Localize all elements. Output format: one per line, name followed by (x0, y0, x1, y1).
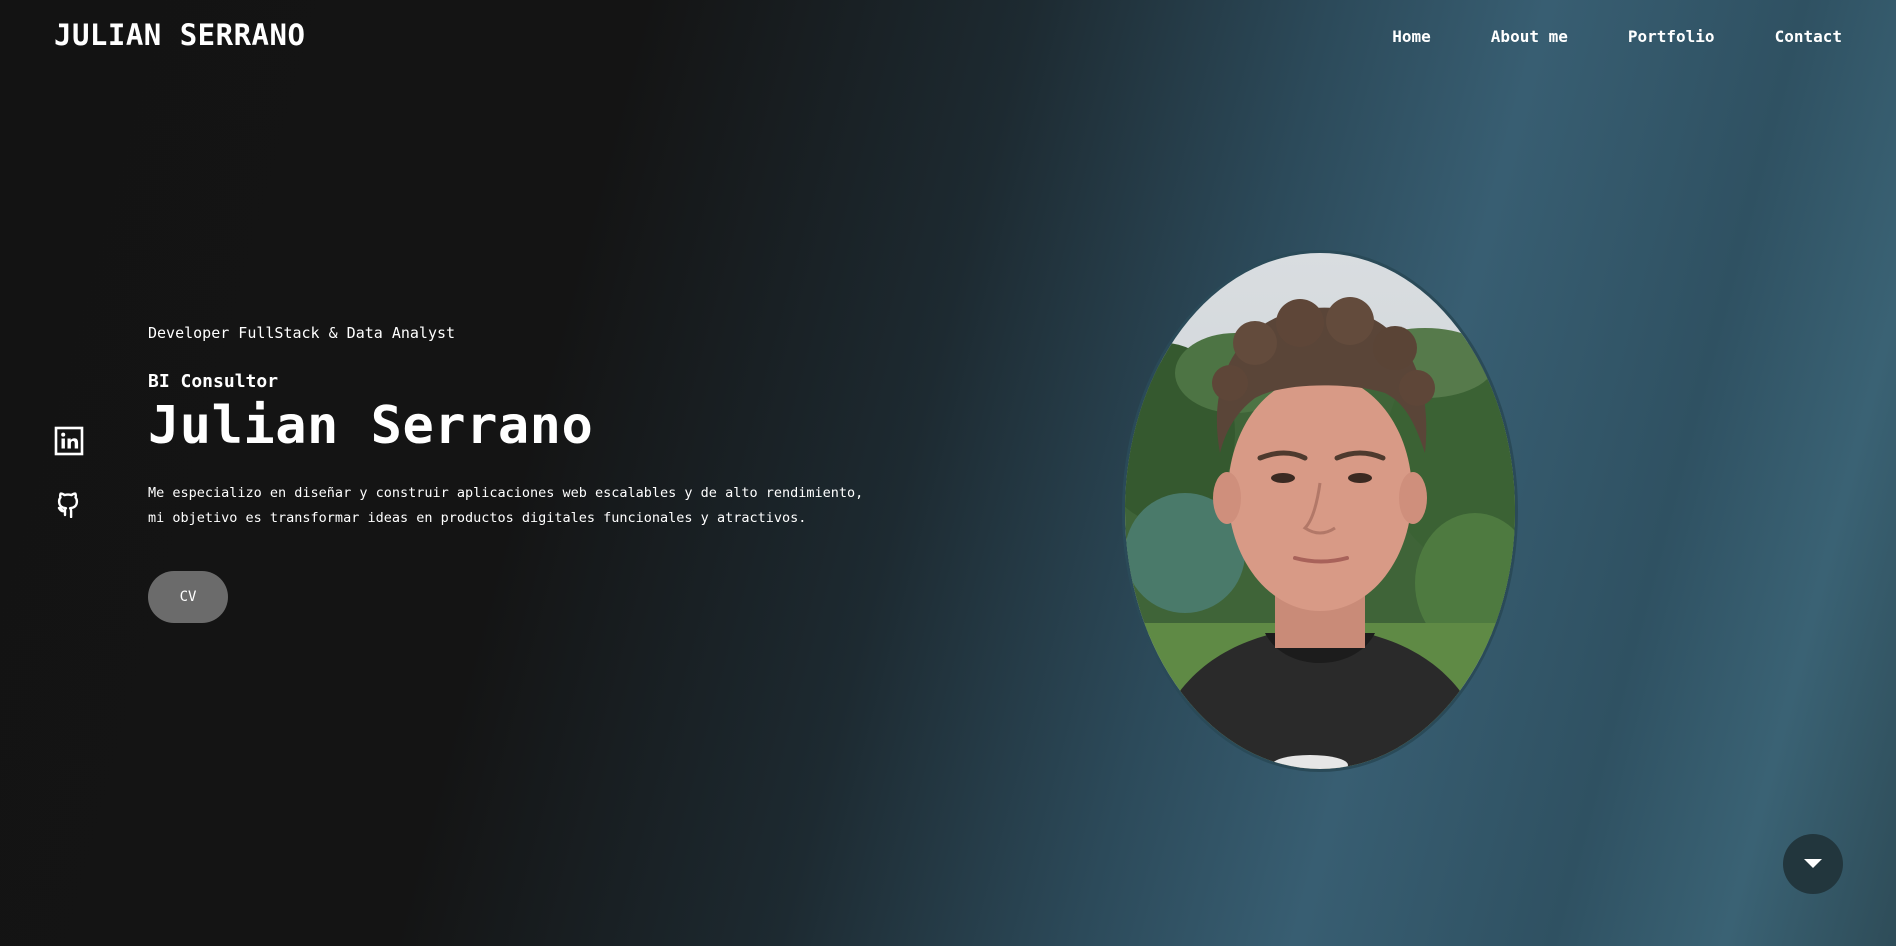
site-logo[interactable]: JULIAN SERRANO (54, 18, 305, 52)
nav-about-me[interactable]: About me (1491, 27, 1568, 46)
hero-role: BI Consultor (148, 371, 279, 392)
social-links (54, 426, 84, 518)
chevron-down-icon (1804, 859, 1822, 868)
site-header: JULIAN SERRANO Home About me Portfolio C… (0, 0, 1896, 76)
nav-contact[interactable]: Contact (1775, 27, 1842, 46)
profile-photo (1122, 250, 1518, 772)
hero-name: Julian Serrano (148, 396, 594, 456)
nav-portfolio[interactable]: Portfolio (1628, 27, 1715, 46)
hero-section: Developer FullStack & Data Analyst BI Co… (148, 324, 908, 624)
scroll-down-button[interactable] (1783, 834, 1843, 894)
hero-description-line-2: mi objetivo es transformar ideas en prod… (148, 510, 807, 527)
github-icon[interactable] (54, 488, 84, 518)
hero-description: Me especializo en diseñar y construir ap… (148, 481, 888, 531)
hero-description-line-1: Me especializo en diseñar y construir ap… (148, 485, 864, 502)
main-nav: Home About me Portfolio Contact (1392, 27, 1842, 46)
linkedin-icon[interactable] (54, 426, 84, 456)
nav-home[interactable]: Home (1392, 27, 1431, 46)
hero-subtitle: Developer FullStack & Data Analyst (148, 324, 456, 342)
cv-button[interactable]: CV (148, 571, 228, 624)
profile-photo-illustration (1125, 253, 1515, 769)
